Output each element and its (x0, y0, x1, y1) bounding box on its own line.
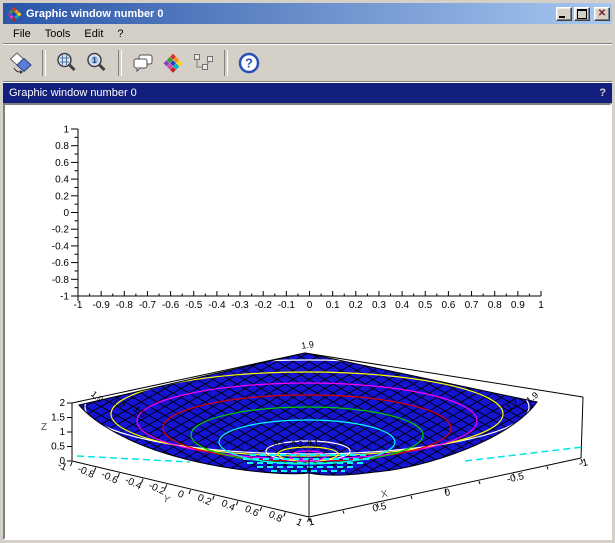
svg-text:0.5: 0.5 (372, 501, 388, 515)
svg-text:1: 1 (59, 427, 65, 438)
svg-text:0.4: 0.4 (395, 300, 409, 311)
close-button[interactable]: ✕ (594, 7, 610, 21)
scilab-3d-icon (161, 51, 185, 75)
svg-text:0.7: 0.7 (465, 300, 479, 311)
app-icon (6, 6, 22, 22)
svg-text:-0.7: -0.7 (139, 300, 157, 311)
svg-text:0.4: 0.4 (219, 498, 237, 514)
svg-text:2: 2 (59, 398, 65, 409)
menu-edit[interactable]: Edit (77, 26, 110, 42)
svg-text:1.5: 1.5 (51, 413, 65, 424)
svg-text:-0.6: -0.6 (52, 258, 70, 269)
svg-text:0: 0 (176, 489, 186, 502)
svg-text:-1: -1 (578, 457, 589, 470)
menu-tools[interactable]: Tools (38, 26, 78, 42)
svg-text:-0.2: -0.2 (52, 225, 70, 236)
svg-text:0.8: 0.8 (55, 141, 69, 152)
graphic-window: Graphic window number 0 ✕ File Tools Edi… (0, 0, 615, 543)
svg-text:1: 1 (92, 56, 97, 65)
infobar-help-button[interactable]: ? (599, 87, 606, 99)
svg-text:0.6: 0.6 (243, 504, 261, 520)
menubar: File Tools Edit ? (3, 24, 612, 43)
svg-text:1: 1 (308, 517, 316, 529)
svg-text:0.5: 0.5 (273, 439, 285, 448)
svg-text:0.1: 0.1 (307, 439, 319, 448)
plots-svg: 1 0.8 0.6 0.4 0.2 0 -0.2 -0.4 -0.6 -0.8 -1 -1 -0.9 -0… (5, 105, 608, 535)
svg-text:0.6: 0.6 (55, 158, 69, 169)
help-icon: ? (237, 51, 261, 75)
svg-text:X: X (380, 488, 389, 500)
svg-text:-1: -1 (74, 300, 83, 311)
svg-text:-0.2: -0.2 (255, 300, 273, 311)
svg-text:-0.8: -0.8 (52, 275, 70, 286)
toolbar-separator (118, 50, 122, 76)
original-view-icon: 1 (85, 51, 109, 75)
svg-text:1.9: 1.9 (301, 339, 315, 351)
graph-icon (191, 51, 215, 75)
menu-help[interactable]: ? (110, 26, 130, 42)
svg-text:-0.4: -0.4 (52, 241, 70, 252)
window-title: Graphic window number 0 (26, 8, 556, 20)
svg-text:0.2: 0.2 (196, 492, 214, 508)
svg-text:0.2: 0.2 (55, 191, 69, 202)
svg-text:1: 1 (294, 517, 304, 530)
svg-text:0.3: 0.3 (372, 300, 386, 311)
toolbar-separator (42, 50, 46, 76)
help-button[interactable]: ? (235, 48, 263, 78)
infobar: Graphic window number 0 ? (3, 83, 612, 103)
svg-text:Z: Z (41, 422, 47, 433)
svg-text:0.1: 0.1 (326, 300, 340, 311)
svg-text:1: 1 (63, 125, 69, 136)
menu-file[interactable]: File (6, 26, 38, 42)
svg-text:-0.5: -0.5 (506, 471, 526, 485)
svg-text:-0.1: -0.1 (278, 300, 296, 311)
svg-text:0.6: 0.6 (441, 300, 455, 311)
svg-text:0.2: 0.2 (349, 300, 363, 311)
rotate-icon (9, 51, 33, 75)
plot-3d: 21.510.50-1-0.8-0.6-0.4-0.200.20.40.60.8… (41, 339, 589, 529)
svg-text:-0.4: -0.4 (208, 300, 226, 311)
zoom-area-button[interactable] (53, 48, 81, 78)
comments-icon (131, 51, 155, 75)
comments-button[interactable] (129, 48, 157, 78)
titlebar[interactable]: Graphic window number 0 ✕ (3, 3, 612, 24)
zoom-area-icon (55, 51, 79, 75)
svg-text:0: 0 (63, 208, 69, 219)
svg-text:0.9: 0.9 (511, 300, 525, 311)
maximize-button[interactable] (574, 7, 590, 21)
svg-text:-0.3: -0.3 (231, 300, 249, 311)
svg-text:-0.5: -0.5 (185, 300, 203, 311)
svg-text:0.5: 0.5 (418, 300, 432, 311)
plot-2d: 1 0.8 0.6 0.4 0.2 0 -0.2 -0.4 -0.6 -0.8 -1 -1 -0.9 -0… (52, 125, 544, 312)
svg-text:0.8: 0.8 (267, 509, 285, 525)
svg-text:-1: -1 (60, 292, 69, 303)
svg-text:0.4: 0.4 (55, 175, 69, 186)
graph-button[interactable] (189, 48, 217, 78)
svg-text:0.3: 0.3 (291, 440, 303, 449)
svg-text:-0.6: -0.6 (162, 300, 180, 311)
toolbar-separator (224, 50, 228, 76)
rotate-button[interactable] (7, 48, 35, 78)
svg-text:1: 1 (538, 300, 544, 311)
svg-text:0.8: 0.8 (488, 300, 502, 311)
svg-text:0: 0 (444, 487, 452, 499)
scilab-3d-button[interactable] (159, 48, 187, 78)
close-icon: ✕ (598, 9, 606, 19)
minimize-button[interactable] (556, 7, 572, 21)
svg-text:?: ? (245, 56, 253, 71)
svg-text:0: 0 (307, 300, 313, 311)
svg-text:-0.9: -0.9 (93, 300, 111, 311)
maximize-icon (577, 9, 587, 19)
infobar-title: Graphic window number 0 (9, 87, 137, 99)
svg-text:-1: -1 (56, 460, 69, 474)
graphics-canvas[interactable]: 1 0.8 0.6 0.4 0.2 0 -0.2 -0.4 -0.6 -0.8 -1 -1 -0.9 -0… (3, 103, 612, 540)
svg-text:0.5: 0.5 (51, 442, 65, 453)
original-view-button[interactable]: 1 (83, 48, 111, 78)
toolbar: 1 (3, 45, 612, 81)
minimize-icon (559, 16, 565, 18)
svg-text:-0.8: -0.8 (116, 300, 134, 311)
